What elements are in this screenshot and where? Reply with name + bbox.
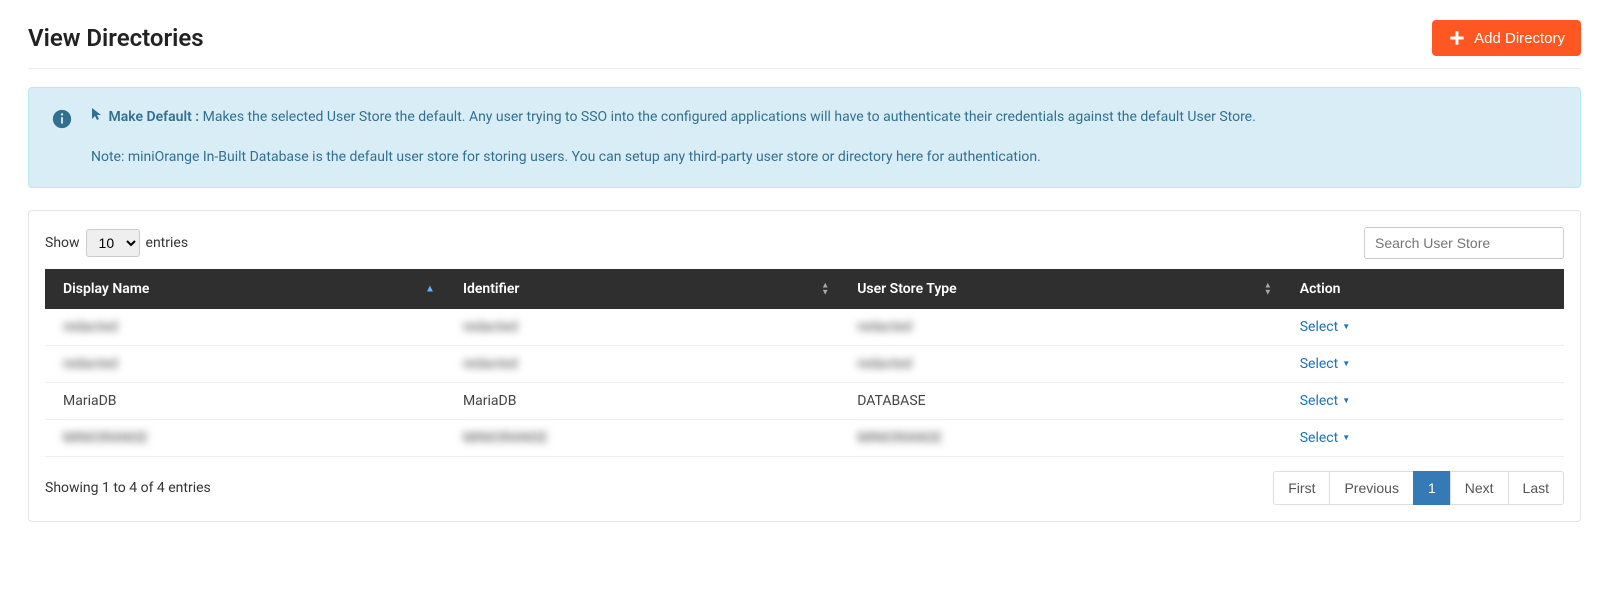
add-directory-label: Add Directory <box>1474 30 1565 47</box>
select-dropdown[interactable]: Select ▼ <box>1300 430 1350 446</box>
select-dropdown[interactable]: Select ▼ <box>1300 319 1350 335</box>
directories-table: Display Name ▲ Identifier ▲▼ User Store … <box>45 269 1564 457</box>
cell-action: Select ▼ <box>1282 309 1564 346</box>
page-previous[interactable]: Previous <box>1329 471 1413 505</box>
make-default-label: Make Default : <box>108 109 199 125</box>
table-row: redactedredactedredactedSelect ▼ <box>45 309 1564 346</box>
page-next[interactable]: Next <box>1450 471 1509 505</box>
make-default-text: Makes the selected User Store the defaul… <box>203 109 1256 125</box>
cell-user-store-type: DATABASE <box>839 382 1282 419</box>
show-label-pre: Show <box>45 235 80 251</box>
info-box: Make Default : Makes the selected User S… <box>28 87 1581 188</box>
cell-display-name: MariaDB <box>45 382 445 419</box>
table-panel: Show 10 entries Display Name ▲ Identifie… <box>28 210 1581 522</box>
caret-down-icon: ▼ <box>1342 359 1350 368</box>
info-note: Note: miniOrange In-Built Database is th… <box>91 146 1256 168</box>
header-row: View Directories Add Directory <box>28 20 1581 69</box>
sort-asc-icon: ▲ <box>425 283 435 294</box>
caret-down-icon: ▼ <box>1342 322 1350 331</box>
page-first[interactable]: First <box>1273 471 1330 505</box>
entries-select[interactable]: 10 <box>86 229 140 257</box>
page-title: View Directories <box>28 24 204 52</box>
info-line-1: Make Default : Makes the selected User S… <box>91 106 1256 128</box>
info-icon <box>51 108 73 130</box>
cell-display-name: MINIORANGE <box>45 419 445 456</box>
cell-identifier: redacted <box>445 345 839 382</box>
table-footer: Showing 1 to 4 of 4 entries First Previo… <box>45 471 1564 505</box>
select-dropdown[interactable]: Select ▼ <box>1300 393 1350 409</box>
cell-identifier: MINIORANGE <box>445 419 839 456</box>
add-directory-button[interactable]: Add Directory <box>1432 20 1581 56</box>
caret-down-icon: ▼ <box>1342 396 1350 405</box>
table-row: redactedredactedredactedSelect ▼ <box>45 345 1564 382</box>
table-controls: Show 10 entries <box>45 227 1564 259</box>
cell-display-name: redacted <box>45 309 445 346</box>
sort-both-icon: ▲▼ <box>1264 282 1272 295</box>
table-row: MINIORANGEMINIORANGEMINIORANGESelect ▼ <box>45 419 1564 456</box>
info-content: Make Default : Makes the selected User S… <box>91 106 1256 169</box>
caret-down-icon: ▼ <box>1342 433 1350 442</box>
search-input[interactable] <box>1364 227 1564 259</box>
select-dropdown[interactable]: Select ▼ <box>1300 356 1350 372</box>
cell-user-store-type: redacted <box>839 309 1282 346</box>
col-action: Action <box>1282 269 1564 309</box>
cell-identifier: MariaDB <box>445 382 839 419</box>
sort-both-icon: ▲▼ <box>821 282 829 295</box>
col-display-name[interactable]: Display Name ▲ <box>45 269 445 309</box>
pagination: First Previous 1 Next Last <box>1274 471 1564 505</box>
cell-action: Select ▼ <box>1282 382 1564 419</box>
cell-user-store-type: MINIORANGE <box>839 419 1282 456</box>
show-label-post: entries <box>146 235 189 251</box>
col-identifier[interactable]: Identifier ▲▼ <box>445 269 839 309</box>
cell-identifier: redacted <box>445 309 839 346</box>
page-last[interactable]: Last <box>1508 471 1564 505</box>
cell-action: Select ▼ <box>1282 419 1564 456</box>
cursor-icon <box>91 106 103 128</box>
show-entries: Show 10 entries <box>45 229 188 257</box>
plus-icon <box>1448 29 1466 47</box>
cell-user-store-type: redacted <box>839 345 1282 382</box>
page-1[interactable]: 1 <box>1413 471 1451 505</box>
table-row: MariaDBMariaDBDATABASESelect ▼ <box>45 382 1564 419</box>
col-user-store-type[interactable]: User Store Type ▲▼ <box>839 269 1282 309</box>
cell-display-name: redacted <box>45 345 445 382</box>
table-header-row: Display Name ▲ Identifier ▲▼ User Store … <box>45 269 1564 309</box>
table-info: Showing 1 to 4 of 4 entries <box>45 480 211 496</box>
cell-action: Select ▼ <box>1282 345 1564 382</box>
